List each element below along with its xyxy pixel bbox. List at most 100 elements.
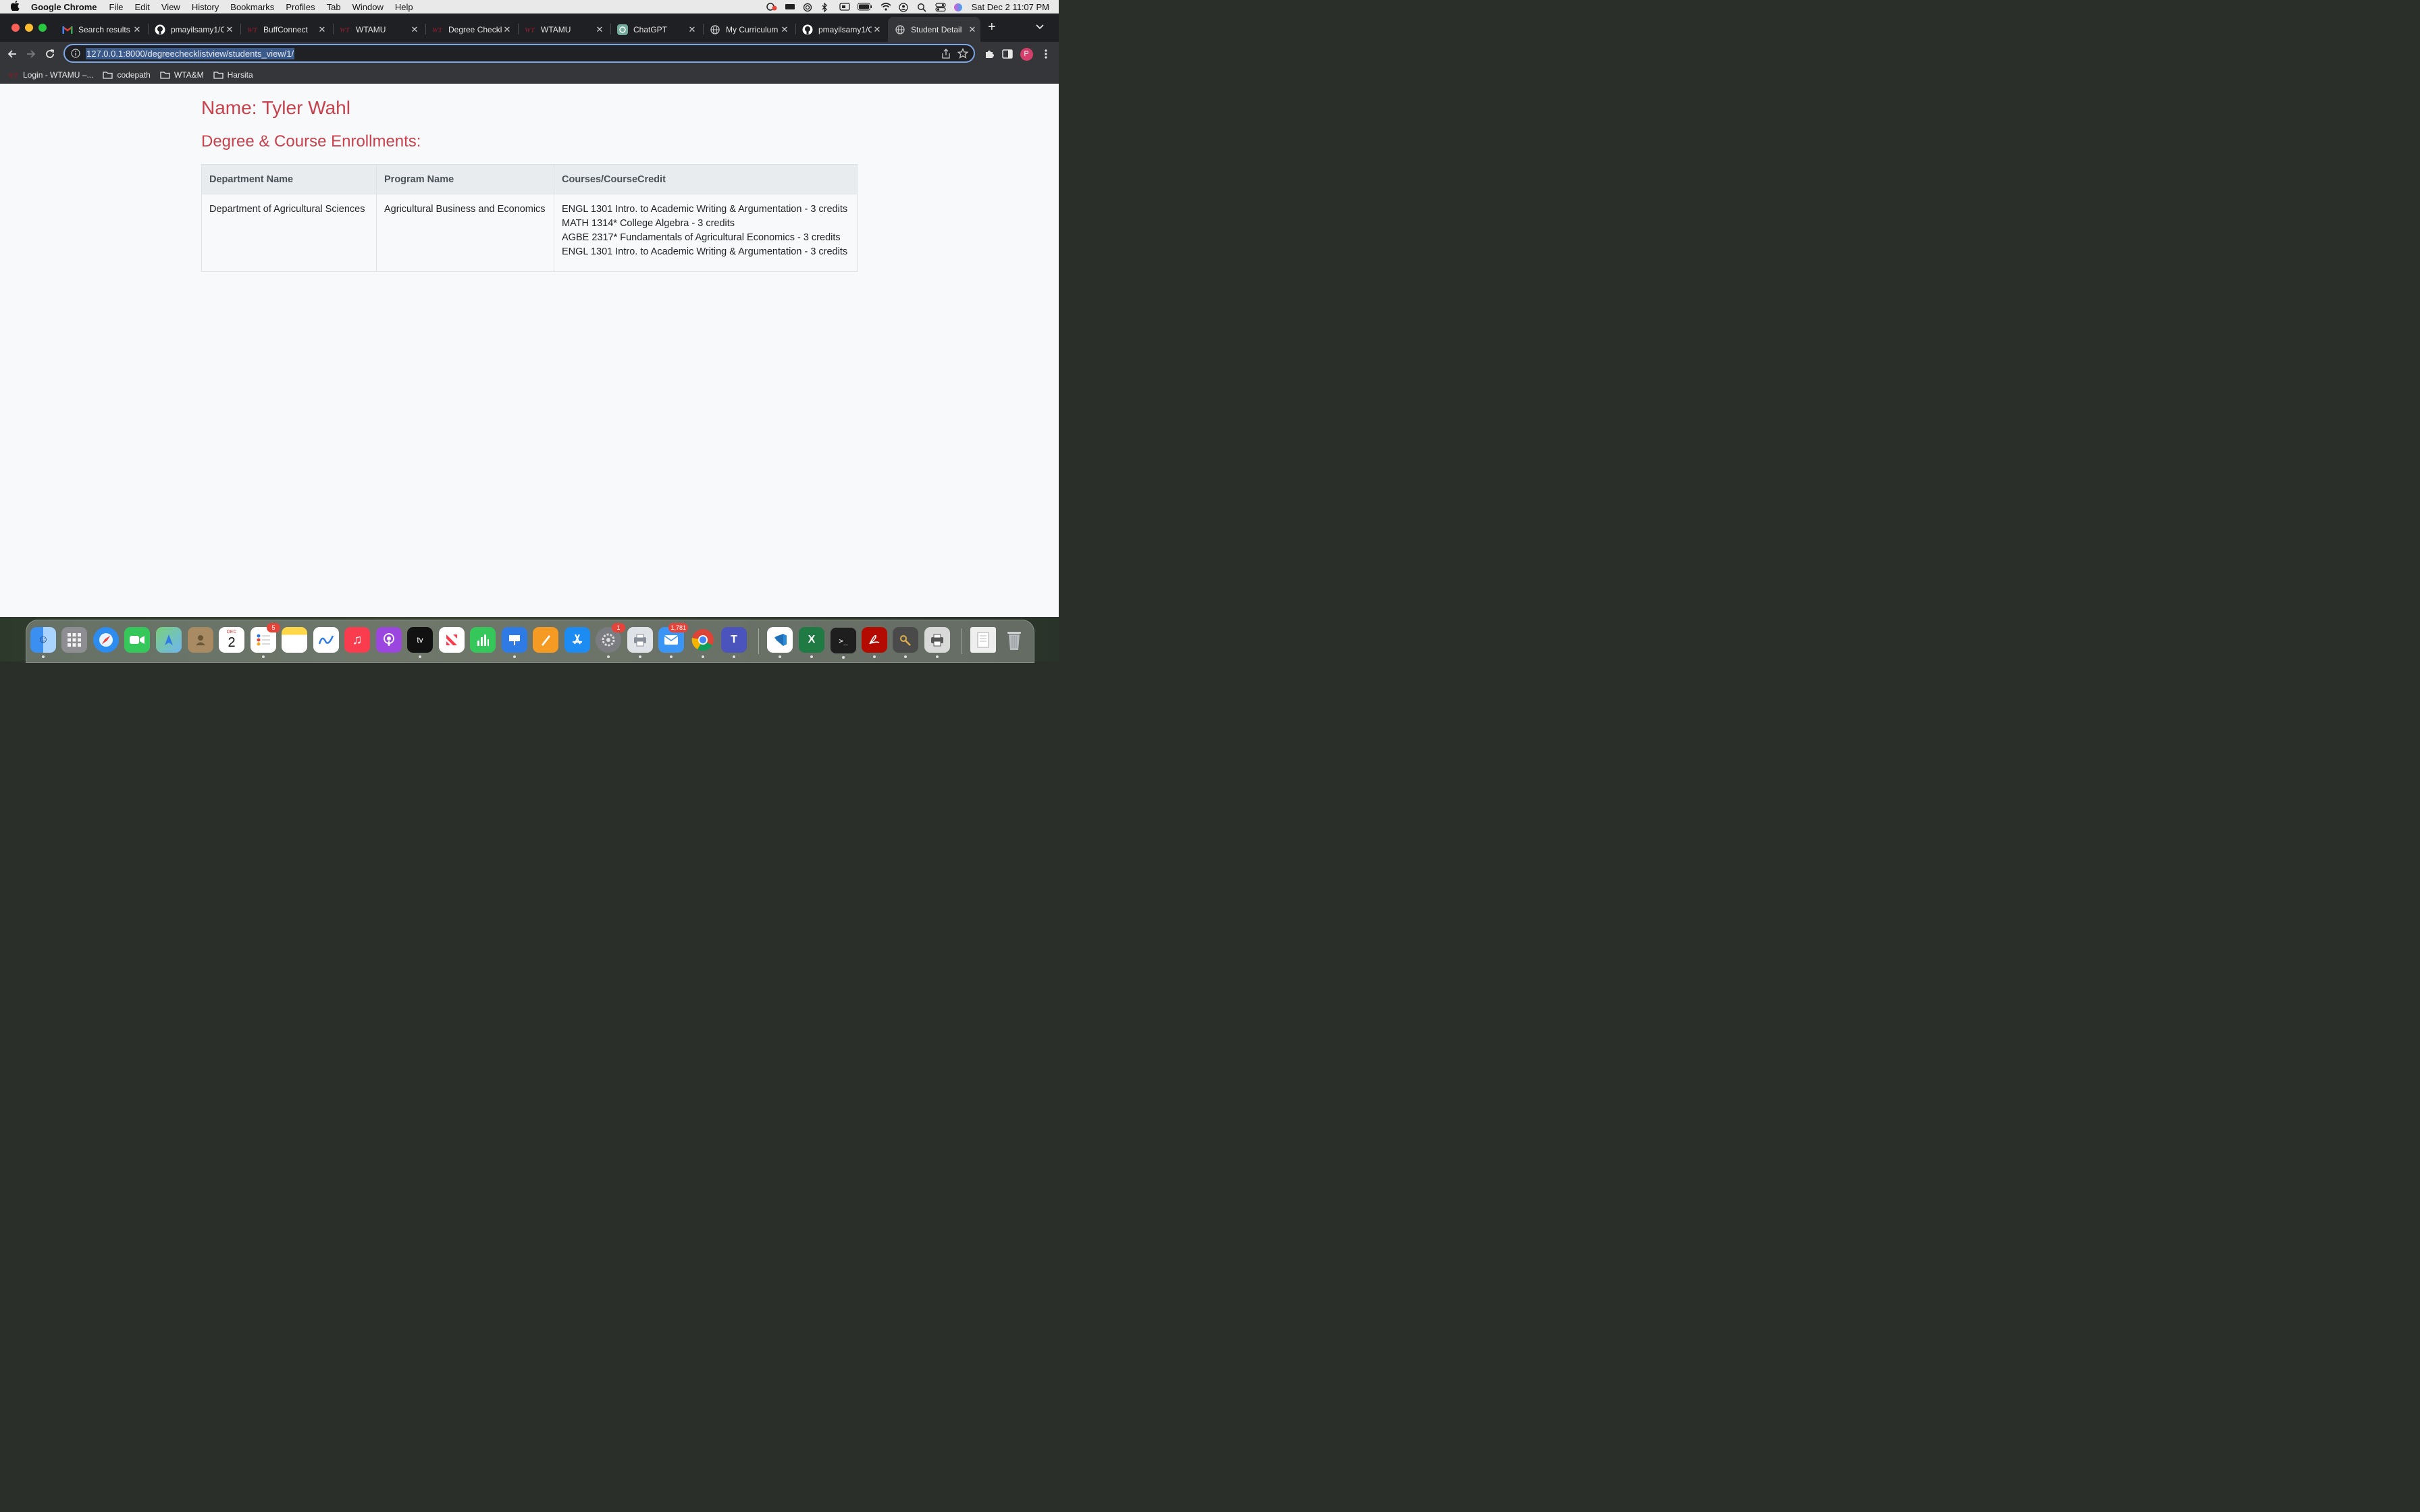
music-icon[interactable]: ♫	[344, 627, 370, 653]
forward-arrow-icon[interactable]	[23, 46, 39, 62]
printer-icon[interactable]	[924, 627, 950, 658]
tab-github-2[interactable]: pmayilsamy1/Cl ✕	[795, 17, 885, 42]
tab-search-chevron-down-icon[interactable]	[1035, 22, 1045, 34]
tab-chatgpt[interactable]: ChatGPT ✕	[610, 17, 700, 42]
close-window-button[interactable]	[11, 24, 20, 32]
bookmark-folder-codepath[interactable]: codepath	[103, 70, 151, 80]
chrome-icon[interactable]	[690, 627, 716, 658]
close-tab-icon[interactable]: ✕	[779, 24, 790, 35]
close-tab-icon[interactable]: ✕	[687, 24, 698, 35]
notes-icon[interactable]	[282, 627, 307, 653]
spotlight-search-icon[interactable]	[917, 3, 927, 12]
bookmark-folder-harsita[interactable]: Harsita	[213, 70, 253, 80]
menu-app-name[interactable]: Google Chrome	[31, 2, 97, 12]
facetime-icon[interactable]	[124, 627, 150, 653]
apple-logo-icon[interactable]	[10, 0, 22, 13]
course-item: AGBE 2317* Fundamentals of Agricultural …	[562, 232, 841, 243]
documents-stack-icon[interactable]	[970, 627, 996, 653]
close-tab-icon[interactable]: ✕	[132, 24, 142, 35]
tab-my-curriculum[interactable]: My Curriculum ✕	[703, 17, 793, 42]
course-item: ENGL 1301 Intro. to Academic Writing & A…	[562, 246, 848, 257]
more-menu-icon[interactable]	[1038, 46, 1054, 62]
keyboard-status-icon[interactable]	[785, 3, 795, 11]
close-tab-icon[interactable]: ✕	[967, 24, 978, 35]
bookmark-folder-wtam[interactable]: WTA&M	[160, 70, 204, 80]
menu-view[interactable]: View	[161, 2, 180, 12]
numbers-icon[interactable]	[470, 627, 496, 653]
menu-window[interactable]: Window	[352, 2, 384, 12]
menu-file[interactable]: File	[109, 2, 124, 12]
podcasts-icon[interactable]	[376, 627, 402, 653]
pages-icon[interactable]	[533, 627, 558, 653]
menu-bookmarks[interactable]: Bookmarks	[230, 2, 274, 12]
reminders-badge: 5	[267, 623, 280, 632]
apple-tv-icon[interactable]: tv	[407, 627, 433, 658]
news-icon[interactable]	[439, 627, 465, 653]
finder-icon[interactable]: ☺	[30, 627, 56, 658]
minimize-window-button[interactable]	[25, 24, 33, 32]
tab-github-1[interactable]: pmayilsamy1/Cl ✕	[148, 17, 238, 42]
airdrop-icon[interactable]	[803, 3, 813, 12]
wt-icon: WT	[340, 24, 350, 35]
control-center-icon[interactable]	[935, 3, 946, 12]
site-info-icon[interactable]	[71, 49, 80, 58]
url-text[interactable]: 127.0.0.1:8000/degreechecklistview/stude…	[86, 47, 295, 59]
vscode-icon[interactable]	[767, 627, 793, 658]
close-tab-icon[interactable]: ✕	[317, 24, 327, 35]
extensions-puzzle-icon[interactable]	[981, 46, 997, 62]
keychain-access-icon[interactable]	[893, 627, 918, 658]
tab-buffconnect[interactable]: WT BuffConnect ✕	[240, 17, 330, 42]
system-settings-icon[interactable]: 1	[596, 623, 625, 658]
profile-avatar[interactable]: P	[1018, 46, 1034, 62]
bookmark-login-wtamu[interactable]: WT Login - WTAMU –...	[8, 70, 93, 80]
tab-wtamu-2[interactable]: WT WTAMU ✕	[518, 17, 608, 42]
close-tab-icon[interactable]: ✕	[594, 24, 605, 35]
bookmark-star-icon[interactable]	[957, 47, 969, 62]
tab-degree-checklist[interactable]: WT Degree Checkli ✕	[425, 17, 515, 42]
menu-history[interactable]: History	[192, 2, 219, 12]
close-tab-icon[interactable]: ✕	[224, 24, 235, 35]
battery-icon[interactable]	[857, 3, 872, 11]
user-account-icon[interactable]	[898, 3, 909, 12]
excel-icon[interactable]: X	[799, 627, 824, 658]
close-tab-icon[interactable]: ✕	[872, 24, 883, 35]
teams-icon[interactable]: T	[721, 627, 747, 658]
menu-profiles[interactable]: Profiles	[286, 2, 315, 12]
zoom-window-button[interactable]	[38, 24, 47, 32]
menu-help[interactable]: Help	[395, 2, 413, 12]
maps-icon[interactable]	[156, 627, 182, 653]
printer-queue-icon[interactable]	[627, 627, 653, 658]
siri-icon[interactable]	[953, 3, 964, 11]
calendar-icon[interactable]: DEC 2	[219, 627, 244, 653]
reminders-icon[interactable]: 5	[251, 623, 280, 658]
address-bar[interactable]: 127.0.0.1:8000/degreechecklistview/stude…	[63, 44, 975, 63]
mail-icon[interactable]: 1,781	[658, 623, 688, 658]
back-arrow-icon[interactable]	[4, 46, 20, 62]
reload-icon[interactable]	[42, 46, 58, 62]
tab-gmail[interactable]: Search results - ✕	[55, 17, 145, 42]
display-status-icon[interactable]	[839, 3, 850, 11]
acrobat-icon[interactable]	[862, 627, 887, 658]
wifi-icon[interactable]	[880, 3, 891, 11]
close-tab-icon[interactable]: ✕	[409, 24, 420, 35]
app-store-icon[interactable]	[564, 627, 590, 653]
launchpad-icon[interactable]	[61, 627, 87, 653]
keynote-icon[interactable]	[502, 627, 527, 658]
folder-icon	[213, 71, 223, 79]
tab-student-detail[interactable]: Student Detail ✕	[888, 17, 980, 42]
menu-tab[interactable]: Tab	[327, 2, 341, 12]
contacts-icon[interactable]	[188, 627, 213, 653]
freeform-icon[interactable]	[313, 627, 339, 653]
side-panel-icon[interactable]	[999, 46, 1016, 62]
tab-wtamu-1[interactable]: WT WTAMU ✕	[333, 17, 423, 42]
terminal-icon[interactable]: >_	[830, 627, 857, 659]
menubar-clock[interactable]: Sat Dec 2 11:07 PM	[972, 2, 1049, 12]
close-tab-icon[interactable]: ✕	[502, 24, 512, 35]
creative-cloud-icon[interactable]	[766, 3, 777, 11]
bluetooth-icon[interactable]	[821, 2, 831, 13]
menu-edit[interactable]: Edit	[134, 2, 149, 12]
new-tab-plus-icon[interactable]: +	[988, 20, 996, 34]
share-icon[interactable]	[941, 49, 951, 63]
trash-icon[interactable]	[1001, 627, 1027, 653]
safari-icon[interactable]	[93, 627, 119, 653]
